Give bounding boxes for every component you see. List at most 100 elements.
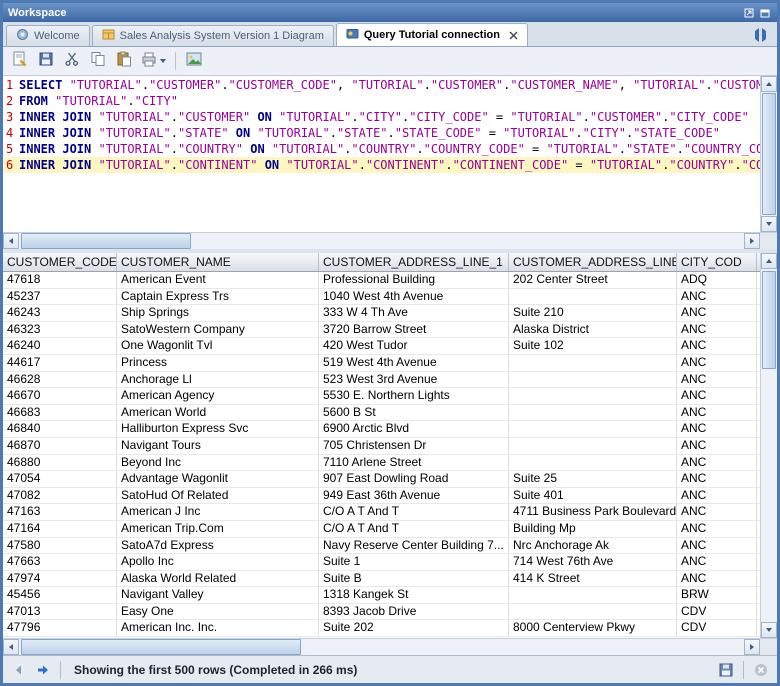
table-cell[interactable]: Alaska District	[509, 322, 677, 338]
table-cell[interactable]	[509, 421, 677, 437]
table-row[interactable]: 47663Apollo IncSuite 1714 West 76th AveA…	[3, 554, 760, 571]
table-cell[interactable]: ANC	[677, 471, 757, 487]
table-cell[interactable]: Suite 210	[509, 305, 677, 321]
table-row[interactable]: 46243Ship Springs333 W 4 Th AveSuite 210…	[3, 305, 760, 322]
scroll-left-icon[interactable]	[3, 639, 19, 655]
table-cell[interactable]: SatoWestern Company	[117, 322, 319, 338]
table-cell[interactable]: Advantage Wagonlit	[117, 471, 319, 487]
column-header-customer_code[interactable]: CUSTOMER_CODE	[3, 253, 117, 271]
table-cell[interactable]: ANC	[677, 372, 757, 388]
save-results-button[interactable]	[716, 660, 736, 680]
table-cell[interactable]: 202 Center Street	[509, 272, 677, 288]
table-cell[interactable]: 333 W 4 Th Ave	[319, 305, 509, 321]
history-forward-icon[interactable]	[33, 660, 53, 680]
table-cell[interactable]: 714 West 76th Ave	[509, 554, 677, 570]
table-cell[interactable]: 5600 B St	[319, 405, 509, 421]
tab-scroll-left-icon[interactable]	[748, 28, 759, 42]
table-cell[interactable]	[509, 604, 677, 620]
table-cell[interactable]: BRW	[677, 587, 757, 603]
table-cell[interactable]: 46323	[3, 322, 117, 338]
table-row[interactable]: 47054Advantage Wagonlit907 East Dowling …	[3, 471, 760, 488]
table-row[interactable]: 46840Halliburton Express Svc6900 Arctic …	[3, 421, 760, 438]
scroll-up-icon[interactable]	[761, 253, 777, 269]
column-header-customer_address_line_1[interactable]: CUSTOMER_ADDRESS_LINE_1	[319, 253, 509, 271]
table-cell[interactable]: Halliburton Express Svc	[117, 421, 319, 437]
table-cell[interactable]: SatoHud Of Related	[117, 488, 319, 504]
table-cell[interactable]: SatoA7d Express	[117, 538, 319, 554]
table-cell[interactable]: Navigant Tours	[117, 438, 319, 454]
table-cell[interactable]: Building Mp	[509, 521, 677, 537]
column-header-city_cod[interactable]: CITY_COD	[677, 253, 757, 271]
table-cell[interactable]: ANC	[677, 554, 757, 570]
table-cell[interactable]: 1040 West 4th Avenue	[319, 289, 509, 305]
table-cell[interactable]: ANC	[677, 421, 757, 437]
image-button[interactable]	[182, 49, 206, 73]
table-cell[interactable]: CDV	[677, 620, 757, 636]
table-cell[interactable]: Princess	[117, 355, 319, 371]
scrollbar-track[interactable]	[761, 269, 777, 622]
table-cell[interactable]: American Inc. Inc.	[117, 620, 319, 636]
table-cell[interactable]: 519 West 4th Avenue	[319, 355, 509, 371]
sql-line-3[interactable]: 3INNER JOIN "TUTORIAL"."CUSTOMER" ON "TU…	[3, 109, 760, 125]
scroll-up-icon[interactable]	[761, 76, 777, 92]
table-cell[interactable]: 47580	[3, 538, 117, 554]
table-cell[interactable]: ANC	[677, 455, 757, 471]
table-cell[interactable]: Suite 1	[319, 554, 509, 570]
table-row[interactable]: 46683American World5600 B StANC	[3, 405, 760, 422]
table-cell[interactable]: ANC	[677, 338, 757, 354]
sql-line-5[interactable]: 5INNER JOIN "TUTORIAL"."COUNTRY" ON "TUT…	[3, 141, 760, 157]
table-cell[interactable]: 5530 E. Northern Lights	[319, 388, 509, 404]
table-cell[interactable]: Suite 102	[509, 338, 677, 354]
table-cell[interactable]: Navy Reserve Center Building 7...	[319, 538, 509, 554]
table-cell[interactable]: 46240	[3, 338, 117, 354]
scrollbar-thumb[interactable]	[21, 233, 191, 249]
float-window-icon[interactable]	[742, 6, 756, 20]
table-row[interactable]: 45237Captain Express Trs1040 West 4th Av…	[3, 289, 760, 306]
table-cell[interactable]: 46628	[3, 372, 117, 388]
column-header-customer_name[interactable]: CUSTOMER_NAME	[117, 253, 319, 271]
table-row[interactable]: 46628Anchorage Ll523 West 3rd AvenueANC	[3, 372, 760, 389]
table-cell[interactable]: ANC	[677, 405, 757, 421]
table-cell[interactable]: ANC	[677, 571, 757, 587]
table-cell[interactable]	[509, 438, 677, 454]
table-cell[interactable]: 47164	[3, 521, 117, 537]
table-row[interactable]: 46323SatoWestern Company3720 Barrow Stre…	[3, 322, 760, 339]
scroll-down-icon[interactable]	[761, 216, 777, 232]
sql-line-1[interactable]: 1SELECT "TUTORIAL"."CUSTOMER"."CUSTOMER_…	[3, 77, 760, 93]
scroll-right-icon[interactable]	[744, 639, 760, 655]
table-cell[interactable]: Ship Springs	[117, 305, 319, 321]
table-cell[interactable]: 6900 Arctic Blvd	[319, 421, 509, 437]
table-cell[interactable]: Suite B	[319, 571, 509, 587]
cut-button[interactable]	[60, 49, 84, 73]
table-cell[interactable]: ANC	[677, 504, 757, 520]
table-cell[interactable]: ANC	[677, 289, 757, 305]
table-cell[interactable]: American World	[117, 405, 319, 421]
table-cell[interactable]: 1318 Kangek St	[319, 587, 509, 603]
scrollbar-thumb[interactable]	[762, 271, 776, 369]
column-header-customer_address_line_2[interactable]: CUSTOMER_ADDRESS_LINE_2	[509, 253, 677, 271]
table-cell[interactable]: Navigant Valley	[117, 587, 319, 603]
table-cell[interactable]: 8393 Jacob Drive	[319, 604, 509, 620]
table-cell[interactable]: 46670	[3, 388, 117, 404]
table-cell[interactable]: ANC	[677, 305, 757, 321]
table-cell[interactable]: 46840	[3, 421, 117, 437]
table-cell[interactable]: ADQ	[677, 272, 757, 288]
scroll-right-icon[interactable]	[744, 233, 760, 249]
table-cell[interactable]: American Event	[117, 272, 319, 288]
table-cell[interactable]: American Trip.Com	[117, 521, 319, 537]
scroll-left-icon[interactable]	[3, 233, 19, 249]
table-cell[interactable]: 523 West 3rd Avenue	[319, 372, 509, 388]
table-row[interactable]: 47618American EventProfessional Building…	[3, 272, 760, 289]
save-button[interactable]	[34, 49, 58, 73]
table-cell[interactable]: ANC	[677, 322, 757, 338]
table-cell[interactable]: 47054	[3, 471, 117, 487]
table-row[interactable]: 46240One Wagonlit Tvl420 West TudorSuite…	[3, 338, 760, 355]
table-cell[interactable]: 420 West Tudor	[319, 338, 509, 354]
export-button[interactable]	[138, 49, 169, 73]
table-cell[interactable]	[509, 289, 677, 305]
table-cell[interactable]: ANC	[677, 488, 757, 504]
table-cell[interactable]	[509, 388, 677, 404]
sql-code[interactable]: 1SELECT "TUTORIAL"."CUSTOMER"."CUSTOMER_…	[3, 76, 760, 232]
table-cell[interactable]: American J Inc	[117, 504, 319, 520]
table-cell[interactable]: Suite 401	[509, 488, 677, 504]
